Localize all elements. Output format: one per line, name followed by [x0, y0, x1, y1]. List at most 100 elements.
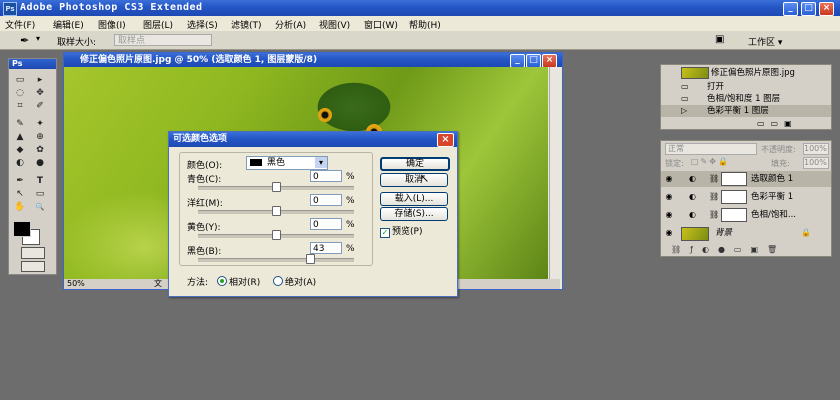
layer-row[interactable]: ◉ ◐ ⛓ 色相/饱和... [661, 207, 831, 223]
chevron-down-icon[interactable]: ▾ [36, 34, 40, 43]
quick-mask-icon[interactable] [21, 247, 45, 259]
preview-checkbox[interactable]: ✓ 预览(P) [380, 224, 422, 238]
menu-edit[interactable]: 编辑(E) [53, 18, 84, 31]
history-brush-icon[interactable]: ⊕ [33, 132, 47, 143]
photoshop-icon: Ps [3, 2, 17, 16]
screen-mode-icon[interactable] [21, 261, 45, 272]
pen-tool-icon[interactable]: ✒ [13, 176, 27, 187]
black-value: 43 [313, 244, 325, 254]
toolbox: Ps ▭ ▸ ◌ ✥ ⌗ ✐ ✎ ✦ ▲ ⊕ ◆ ✿ ◐ ● ✒ T ↖ ▭ ✋… [8, 58, 57, 275]
load-button[interactable]: 载入(L)... [380, 192, 448, 206]
menu-select[interactable]: 选择(S) [187, 18, 218, 31]
black-input[interactable]: 43 [310, 242, 342, 254]
menu-filter[interactable]: 滤镜(T) [231, 18, 262, 31]
stamp-tool-icon[interactable]: ▲ [13, 132, 27, 143]
magenta-input[interactable]: 0 [310, 194, 342, 206]
magenta-value: 0 [313, 196, 319, 206]
blur-tool-icon[interactable]: ◐ [13, 158, 27, 169]
eye-icon[interactable]: ◉ [664, 192, 674, 202]
slice-tool-icon[interactable]: ✐ [33, 101, 47, 112]
type-tool-icon[interactable]: T [33, 176, 47, 187]
doc-minimize-button[interactable]: _ [510, 54, 525, 68]
menu-view[interactable]: 视图(V) [319, 18, 350, 31]
menu-image[interactable]: 图像(I) [98, 18, 126, 31]
eye-icon[interactable]: ◉ [664, 210, 674, 220]
fill-input[interactable]: 100% [803, 157, 829, 169]
zoom-level[interactable]: 50% [67, 279, 85, 289]
eraser-tool-icon[interactable]: ◆ [13, 145, 27, 156]
ok-button[interactable]: 确定 [380, 157, 450, 171]
absolute-radio[interactable]: 绝对(A) [273, 275, 316, 288]
magic-wand-icon[interactable]: ✥ [33, 88, 47, 99]
history-panel-buttons[interactable]: ▭▭▣ [757, 119, 798, 128]
yellow-input[interactable]: 0 [310, 218, 342, 230]
layer-mask-thumbnail[interactable] [721, 208, 747, 222]
cyan-input[interactable]: 0 [310, 170, 342, 182]
maximize-button[interactable]: □ [801, 2, 816, 16]
menu-help[interactable]: 帮助(H) [409, 18, 441, 31]
hand-tool-icon[interactable]: ✋ [13, 202, 27, 213]
gradient-tool-icon[interactable]: ✿ [33, 145, 47, 156]
black-slider[interactable] [198, 254, 354, 264]
sample-size-select[interactable]: 取样点 [114, 34, 212, 46]
layer-row-selected[interactable]: ◉ ◐ ⛓ 选取颜色 1 [661, 171, 831, 187]
layer-mask-thumbnail[interactable] [721, 172, 747, 186]
yellow-slider-thumb[interactable] [272, 230, 281, 240]
cyan-slider-thumb[interactable] [272, 182, 281, 192]
move-tool-icon[interactable]: ▸ [33, 75, 47, 86]
zoom-tool-icon[interactable]: 🔍 [33, 202, 47, 213]
layer-row[interactable]: ◉ 背景 🔒 [661, 225, 831, 241]
lock-icon: 🔒 [801, 228, 811, 237]
magenta-label: 洋红(M): [187, 199, 223, 209]
magenta-slider[interactable] [198, 206, 354, 216]
relative-radio[interactable]: 相对(R) [217, 275, 260, 288]
close-app-button[interactable]: × [819, 2, 834, 16]
color-select[interactable]: 黑色 ▾ [246, 156, 328, 170]
crop-tool-icon[interactable]: ⌗ [13, 101, 27, 112]
menu-layer[interactable]: 图层(L) [143, 18, 173, 31]
history-item[interactable]: ▭ 色相/饱和度 1 图层 [661, 93, 831, 105]
yellow-slider[interactable] [198, 230, 354, 240]
eye-icon[interactable]: ◉ [664, 228, 674, 238]
vertical-scrollbar[interactable] [549, 67, 562, 279]
menu-window[interactable]: 窗口(W) [364, 18, 398, 31]
workspace-button[interactable]: 工作区 ▾ [748, 35, 782, 48]
lasso-tool-icon[interactable]: ◌ [13, 88, 27, 99]
doc-maximize-button[interactable]: □ [526, 54, 541, 68]
history-item-selected[interactable]: ▷ 色彩平衡 1 图层 [661, 105, 831, 117]
eyedropper-icon[interactable]: ✒ [20, 34, 29, 47]
history-snapshot-row[interactable]: 修正偏色照片原图.jpg [661, 67, 831, 79]
app-title-bar: Ps Adobe Photoshop CS3 Extended _ □ × [0, 0, 840, 16]
brush-tool-icon[interactable]: ✦ [33, 119, 47, 130]
history-item[interactable]: ▭ 打开 [661, 81, 831, 93]
black-slider-thumb[interactable] [306, 254, 315, 264]
eye-icon[interactable]: ◉ [664, 174, 674, 184]
color-label: 颜色(O): [187, 161, 223, 171]
color-adjust-group: 颜色(O): 黑色 ▾ 青色(C): 0 % 洋红(M): 0 % 黄色(Y):… [179, 152, 373, 266]
healing-brush-icon[interactable]: ✎ [13, 119, 27, 130]
layers-panel-buttons[interactable]: ⛓ƒ◐●▭▣🗑 [671, 245, 786, 254]
minimize-button[interactable]: _ [783, 2, 798, 16]
yellow-value: 0 [313, 220, 319, 230]
radio-unselected-icon [273, 276, 283, 286]
doc-close-button[interactable]: × [542, 54, 557, 68]
layer-mask-thumbnail[interactable] [721, 190, 747, 204]
shape-tool-icon[interactable]: ▭ [33, 189, 47, 200]
menu-analysis[interactable]: 分析(A) [275, 18, 306, 31]
cancel-button[interactable]: 取消 [380, 173, 448, 187]
path-select-icon[interactable]: ↖ [13, 189, 27, 200]
foreground-color-chip[interactable] [13, 221, 31, 237]
layer-row[interactable]: ◉ ◐ ⛓ 色彩平衡 1 [661, 189, 831, 205]
options-bar: ✒ ▾ 取样大小: 取样点 ▣ 工作区 ▾ [0, 31, 840, 50]
bridge-icon[interactable]: ▣ [715, 34, 724, 45]
dodge-tool-icon[interactable]: ● [33, 158, 47, 169]
opacity-input[interactable]: 100% [803, 143, 829, 155]
magenta-slider-thumb[interactable] [272, 206, 281, 216]
marquee-tool-icon[interactable]: ▭ [13, 75, 27, 86]
menu-file[interactable]: 文件(F) [5, 18, 35, 31]
cyan-slider[interactable] [198, 182, 354, 192]
dialog-close-button[interactable]: × [437, 133, 454, 147]
save-button[interactable]: 存储(S)... [380, 207, 448, 221]
lock-icons[interactable]: □✎✥🔒 [691, 157, 730, 166]
blend-mode-select[interactable]: 正常 [665, 143, 757, 155]
